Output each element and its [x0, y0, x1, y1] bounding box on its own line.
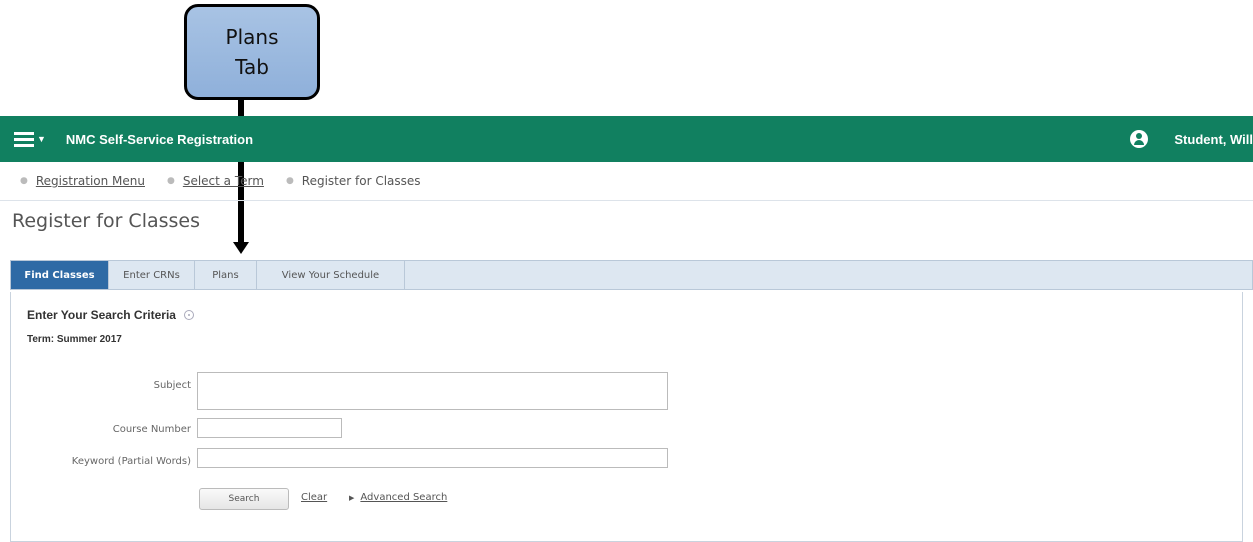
page-title: Register for Classes	[12, 210, 201, 232]
tab-plans[interactable]: Plans	[195, 261, 257, 289]
breadcrumb-current: Register for Classes	[301, 174, 421, 188]
app-header: ▼ NMC Self-Service Registration Student,…	[0, 116, 1253, 162]
search-criteria-title: Enter Your Search Criteria	[27, 308, 176, 322]
subject-label: Subject	[153, 380, 191, 391]
triangle-right-icon: ▶	[349, 493, 355, 502]
keyword-label: Keyword (Partial Words)	[71, 456, 191, 467]
callout-line-2: Tab	[235, 55, 269, 79]
hamburger-icon	[14, 132, 34, 147]
keyword-input[interactable]	[197, 448, 668, 468]
user-menu[interactable]: Student, Will	[1130, 130, 1253, 148]
search-criteria-heading: Enter Your Search Criteria	[27, 308, 194, 322]
breadcrumb-select-term[interactable]: Select a Term	[183, 174, 264, 188]
user-name: Student, Will	[1174, 131, 1253, 147]
breadcrumb-separator: ●	[166, 176, 175, 186]
course-number-input[interactable]	[197, 418, 342, 438]
breadcrumb-separator: ●	[285, 176, 294, 186]
plans-tab-callout: Plans Tab	[184, 4, 320, 100]
clear-link[interactable]: Clear	[301, 492, 327, 503]
tab-enter-crns[interactable]: Enter CRNs	[109, 261, 195, 289]
callout-line-1: Plans	[225, 25, 279, 49]
breadcrumb-separator: ●	[20, 176, 28, 186]
search-button[interactable]: Search	[199, 488, 289, 510]
tab-find-classes[interactable]: Find Classes	[11, 261, 109, 289]
breadcrumb: ● Registration Menu ● Select a Term ● Re…	[0, 162, 1253, 201]
user-icon	[1130, 130, 1149, 148]
menu-button[interactable]: ▼	[14, 132, 46, 147]
tab-view-schedule[interactable]: View Your Schedule	[257, 261, 405, 289]
search-panel: Enter Your Search Criteria Term: Summer …	[10, 292, 1243, 542]
subject-input[interactable]	[197, 372, 668, 410]
app-title: NMC Self-Service Registration	[65, 131, 254, 147]
term-label: Term: Summer 2017	[27, 334, 122, 345]
info-icon[interactable]	[183, 310, 194, 320]
advanced-search-link[interactable]: ▶ Advanced Search	[349, 492, 447, 503]
advanced-search-label: Advanced Search	[360, 492, 448, 503]
caret-down-icon: ▼	[37, 134, 46, 144]
tab-bar: Find Classes Enter CRNs Plans View Your …	[10, 260, 1253, 290]
breadcrumb-registration-menu[interactable]: Registration Menu	[36, 174, 145, 188]
callout-arrow-head	[233, 242, 249, 254]
course-number-label: Course Number	[112, 424, 191, 435]
